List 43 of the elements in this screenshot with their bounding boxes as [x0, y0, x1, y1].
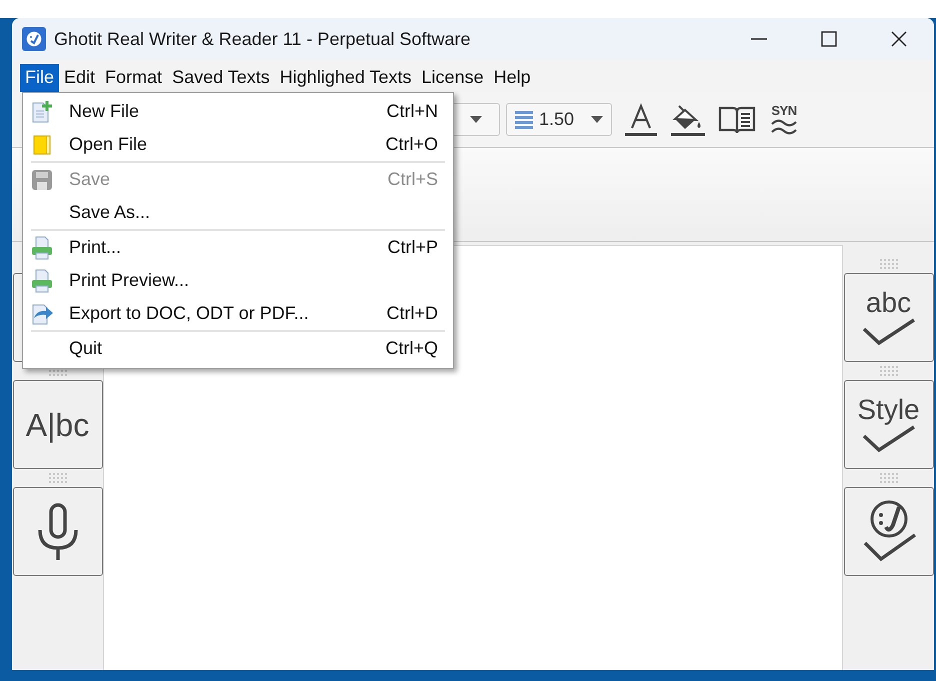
line-spacing-icon	[515, 110, 533, 130]
menu-item[interactable]: Help	[488, 64, 536, 92]
menu-item[interactable]: Saved Texts	[167, 64, 275, 92]
printer-icon	[31, 236, 53, 260]
checkmark-icon	[860, 316, 916, 346]
caret-icon	[470, 116, 482, 123]
menu-item[interactable]: Export to DOC, ODT or PDF... Ctrl+D	[23, 297, 453, 330]
menu-item[interactable]: Edit	[59, 64, 100, 92]
new-document-icon	[31, 100, 53, 124]
folder-icon	[31, 132, 53, 156]
drag-handle[interactable]	[878, 365, 898, 377]
check-button[interactable]: Style	[844, 380, 934, 469]
proofread-button[interactable]	[844, 487, 934, 576]
menu-item[interactable]: Save As...	[23, 196, 453, 229]
app-logo-icon	[22, 27, 46, 51]
drag-handle[interactable]	[48, 472, 68, 484]
window-title: Ghotit Real Writer & Reader 11 - Perpetual Software	[54, 28, 472, 50]
menu-item[interactable]: New File Ctrl+N	[23, 95, 453, 128]
export-arrow-icon	[31, 302, 53, 326]
line-spacing-dropdown[interactable]: 1.50	[506, 103, 612, 136]
dictation-button[interactable]	[12, 487, 102, 576]
menu-item[interactable]: Quit Ctrl+Q	[23, 332, 453, 365]
font-color-button[interactable]	[624, 102, 658, 138]
check-button[interactable]: abc	[844, 273, 934, 362]
drag-handle[interactable]	[878, 472, 898, 484]
microphone-icon	[36, 502, 80, 562]
menu-item[interactable]: Open File Ctrl+O	[23, 128, 453, 161]
spelling-button[interactable]: A|bc	[12, 380, 102, 469]
close-icon	[891, 31, 907, 47]
menu-item[interactable]: Highlighed Texts	[274, 64, 417, 92]
menu-item[interactable]: Format	[100, 64, 168, 92]
maximize-icon	[821, 31, 837, 47]
synonyms-button[interactable]: SYN	[770, 104, 798, 135]
checkmark-icon	[860, 424, 916, 454]
menu-item[interactable]: License	[416, 64, 489, 92]
drag-handle[interactable]	[878, 258, 898, 270]
menu-item[interactable]: Print Preview...	[23, 264, 453, 297]
caret-icon	[591, 116, 603, 123]
menu-item[interactable]: Print... Ctrl+P	[23, 231, 453, 264]
printer-icon	[31, 268, 53, 292]
font-size-dropdown[interactable]	[452, 103, 500, 136]
menu-item[interactable]: File	[20, 64, 60, 92]
minimize-icon	[751, 38, 767, 40]
